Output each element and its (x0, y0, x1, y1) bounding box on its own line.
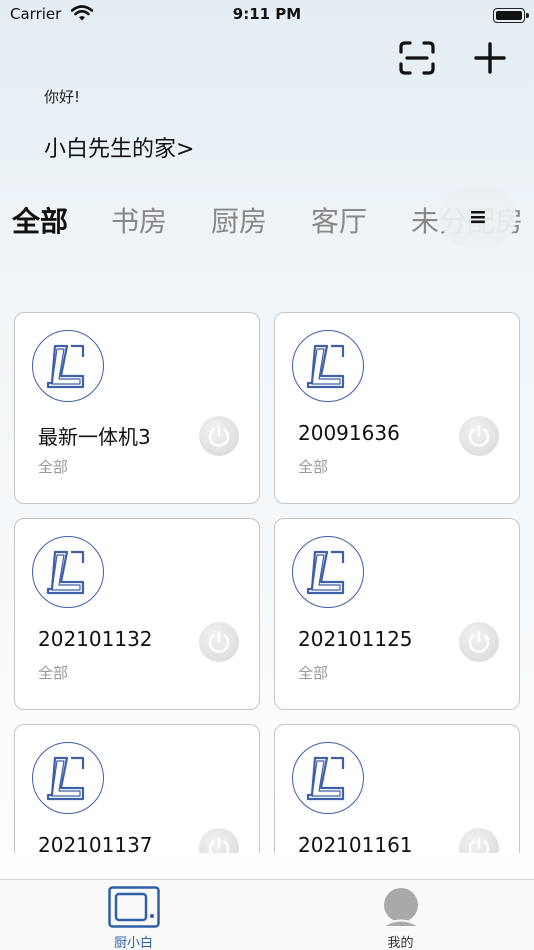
tabbar-label: 厨小白 (113, 936, 153, 950)
power-button[interactable] (459, 828, 499, 853)
add-device-button[interactable] (472, 40, 508, 76)
device-logo-icon (32, 536, 104, 608)
room-tabs: 全部 书房 厨房 客厅 未分配房 ≡ (0, 186, 534, 250)
device-name: 202101125 (298, 627, 413, 651)
tab-kitchen[interactable]: 厨房 (211, 200, 267, 240)
tab-study[interactable]: 书房 (111, 200, 167, 240)
device-name: 20091636 (298, 421, 400, 445)
device-room: 全部 (298, 458, 329, 476)
device-room: 全部 (38, 664, 69, 682)
power-button[interactable] (199, 622, 239, 662)
device-name: 202101132 (38, 627, 153, 651)
scan-button[interactable] (398, 40, 436, 76)
power-icon (208, 837, 230, 853)
clock: 9:11 PM (232, 5, 302, 23)
plus-icon (474, 42, 506, 74)
device-logo-icon (292, 330, 364, 402)
device-logo-icon (292, 536, 364, 608)
power-button[interactable] (199, 416, 239, 456)
tabbar-item-home[interactable]: 厨小白 (0, 880, 267, 950)
device-card[interactable]: 202101125 全部 (274, 518, 520, 710)
power-button[interactable] (199, 828, 239, 853)
device-card[interactable]: 最新一体机3 全部 (14, 312, 260, 504)
device-name: 202101161 (298, 833, 413, 853)
power-button[interactable] (459, 416, 499, 456)
power-button[interactable] (459, 622, 499, 662)
room-menu-button[interactable]: ≡ (440, 186, 516, 248)
hamburger-menu-icon: ≡ (468, 204, 488, 230)
tabbar-item-profile[interactable]: 我的 (267, 880, 534, 950)
status-bar: Carrier 9:11 PM (0, 0, 534, 30)
tab-all[interactable]: 全部 (12, 200, 68, 240)
power-icon (468, 631, 490, 653)
greeting-text: 你好! (44, 88, 81, 106)
bottom-tab-bar: 厨小白 我的 (0, 879, 534, 950)
home-selector[interactable]: 小白先生的家> (44, 131, 194, 163)
device-logo-icon (292, 742, 364, 814)
device-card[interactable]: 202101132 全部 (14, 518, 260, 710)
power-icon (208, 631, 230, 653)
device-card[interactable]: 202101161 (274, 724, 520, 853)
device-logo-icon (32, 742, 104, 814)
battery-icon (493, 8, 529, 23)
monitor-icon (107, 886, 160, 928)
device-room: 全部 (38, 458, 69, 476)
device-room: 全部 (298, 664, 329, 682)
device-name: 202101137 (38, 833, 153, 853)
device-name: 最新一体机3 (38, 425, 151, 449)
power-icon (208, 425, 230, 447)
power-icon (468, 837, 490, 853)
power-icon (468, 425, 490, 447)
device-grid: 最新一体机3 全部 20091636 全部 202101132 全部 20210… (0, 312, 534, 853)
device-logo-icon (32, 330, 104, 402)
device-card[interactable]: 202101137 (14, 724, 260, 853)
tabbar-label: 我的 (387, 936, 414, 950)
scan-icon (399, 41, 435, 75)
tab-living-room[interactable]: 客厅 (311, 200, 367, 240)
user-avatar-icon (380, 888, 421, 928)
device-card[interactable]: 20091636 全部 (274, 312, 520, 504)
